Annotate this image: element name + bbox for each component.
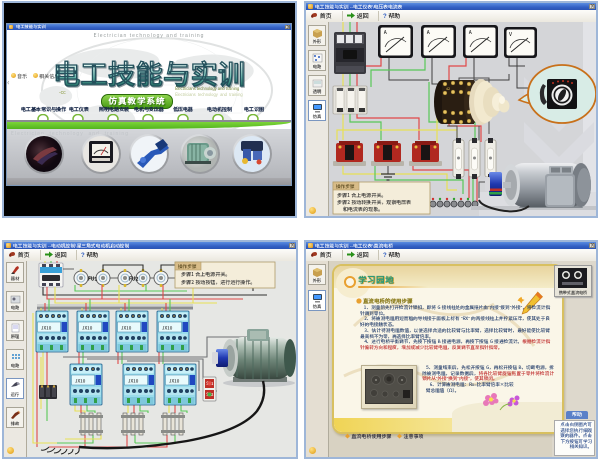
- svg-text:FU2: FU2: [129, 276, 138, 283]
- svg-text:步骤2 按动转换开关，观察电压表: 步骤2 按动转换开关，观察电压表: [337, 199, 411, 206]
- svg-text:步骤2 按动按钮，进行运行操作。: 步骤2 按动按钮，进行运行操作。: [181, 279, 255, 286]
- svg-text:操作步骤: 操作步骤: [335, 183, 355, 190]
- svg-text:V: V: [508, 31, 512, 38]
- svg-text:42: 42: [446, 87, 450, 92]
- svg-text:FU1: FU1: [88, 276, 97, 283]
- svg-text:步骤1 合上电源开关。: 步骤1 合上电源开关。: [181, 271, 230, 278]
- svg-text:步骤1 合上电源开关。: 步骤1 合上电源开关。: [337, 192, 386, 199]
- svg-text:和电流表的现象。: 和电流表的现象。: [343, 206, 383, 213]
- svg-text:操作步骤: 操作步骤: [177, 263, 197, 270]
